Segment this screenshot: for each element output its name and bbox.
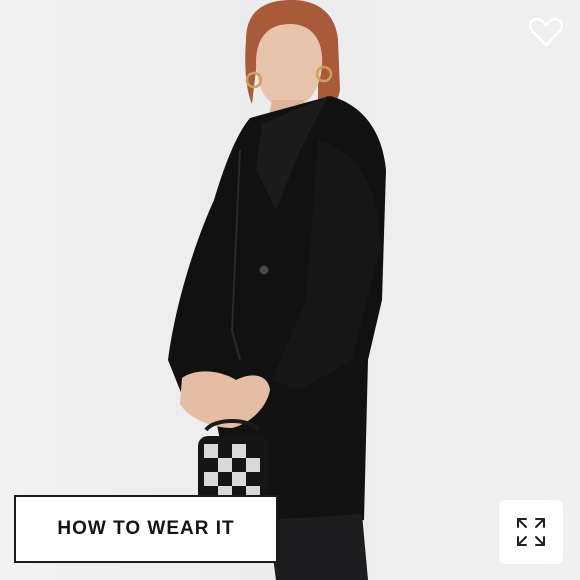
favorite-button[interactable]: [525, 12, 567, 52]
coat-button: [259, 265, 269, 275]
how-to-wear-label: HOW TO WEAR IT: [57, 518, 235, 539]
heart-outline-icon: [529, 17, 563, 47]
model-face: [256, 24, 323, 108]
zoom-button[interactable]: [499, 500, 563, 564]
product-photo: [168, 0, 386, 580]
expand-arrows-icon: [517, 518, 545, 546]
product-image-gallery: HOW TO WEAR IT: [0, 0, 580, 580]
model-skirt: [268, 514, 368, 580]
how-to-wear-button[interactable]: HOW TO WEAR IT: [14, 495, 278, 563]
